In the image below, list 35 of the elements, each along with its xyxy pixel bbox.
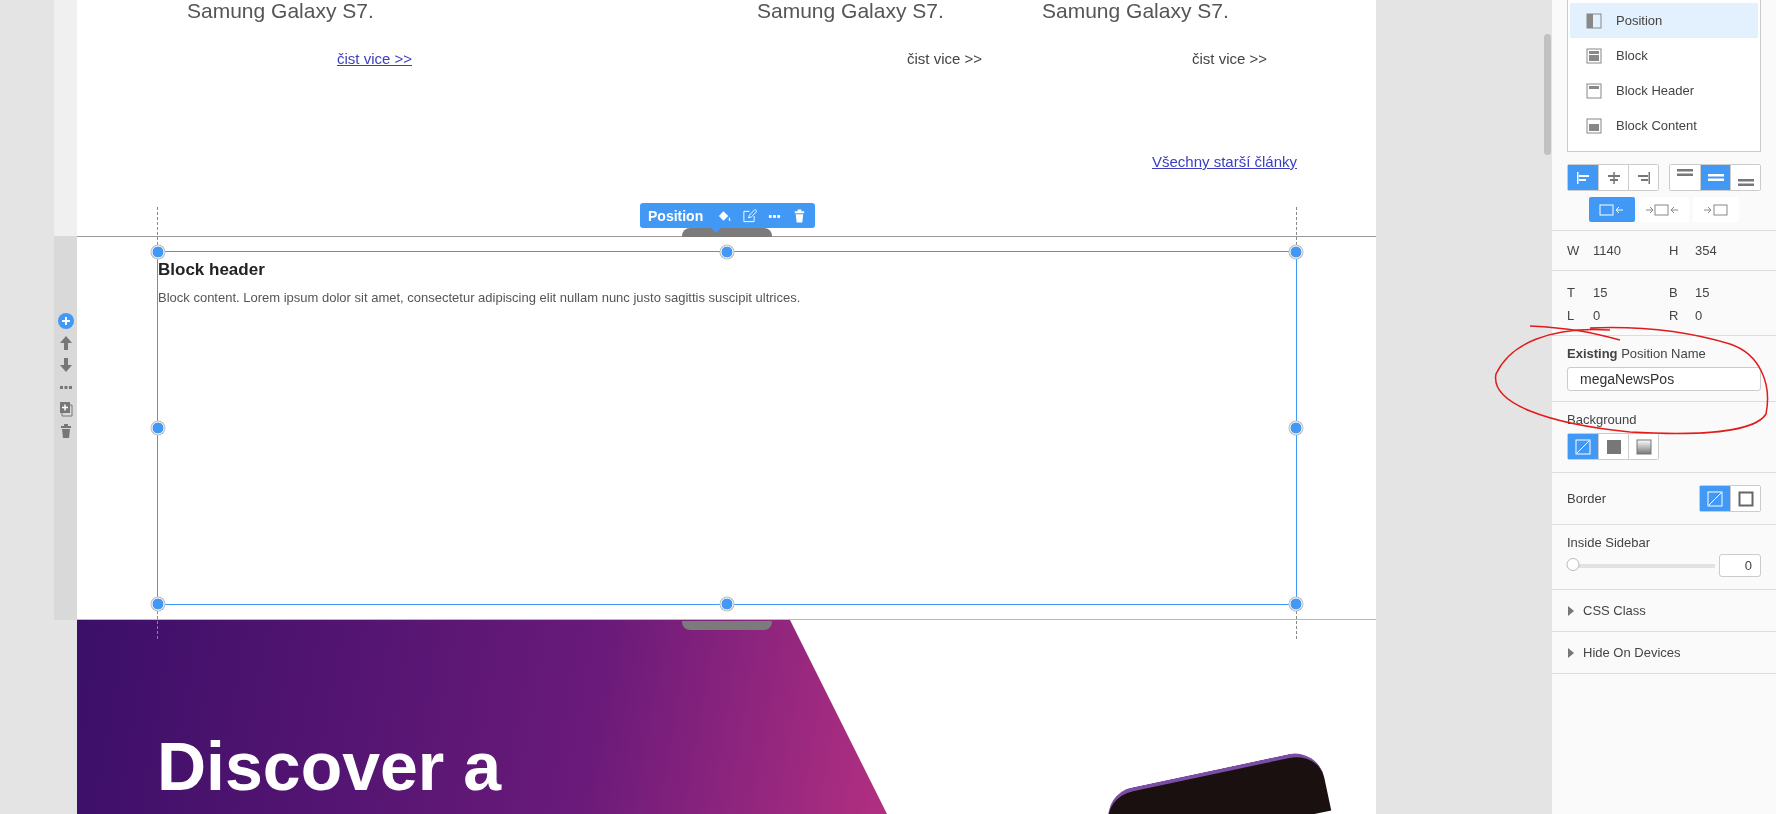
spacing-label: T xyxy=(1567,285,1576,300)
spacing-value: 15 xyxy=(1695,285,1711,300)
spacing-value: 15 xyxy=(1593,285,1609,300)
field-label: Background xyxy=(1567,412,1638,427)
toolbar-title: Position xyxy=(648,207,704,224)
read-more-link[interactable]: čist vice >> xyxy=(906,50,982,67)
article-title: Samung Galaxy S7. xyxy=(757,0,945,22)
block-content: Block content. Lorem ipsum dolor sit amet, consectetur adipiscing elit nullam nunc justo sagittis suscipit ultrices. xyxy=(158,290,802,305)
size-label: H xyxy=(1669,243,1680,258)
size-value: 1140 xyxy=(1593,243,1622,258)
block-header: Block header xyxy=(158,260,266,280)
collapsible-section[interactable]: CSS Class xyxy=(1552,590,1776,632)
read-more-link[interactable]: čist vice >> xyxy=(336,50,412,67)
spacing-value: 0 xyxy=(1695,308,1704,323)
read-more-link[interactable]: čist vice >> xyxy=(1191,50,1267,67)
field-label: Existing Position Name xyxy=(1567,346,1707,361)
hero-heading: Discover a xyxy=(157,732,501,800)
size-value: 354 xyxy=(1695,243,1718,258)
number-field[interactable]: 0 xyxy=(1719,554,1761,577)
field-label: Border xyxy=(1567,491,1607,506)
field-label: Inside Sidebar xyxy=(1567,535,1652,550)
layer-item[interactable]: Block Header xyxy=(1570,73,1758,108)
position-name-field[interactable]: megaNewsPos xyxy=(1567,367,1761,391)
layer-item[interactable]: Block xyxy=(1570,38,1758,73)
spacing-value: 0 xyxy=(1593,308,1602,323)
size-label: W xyxy=(1567,243,1581,258)
article-title: Samung Galaxy S7. xyxy=(187,0,375,22)
layer-item[interactable]: Block Content xyxy=(1570,108,1758,143)
older-articles-link[interactable]: Všechny starší články xyxy=(1151,153,1297,170)
layer-item[interactable]: Position xyxy=(1570,3,1758,38)
spacing-label: R xyxy=(1669,308,1680,323)
collapsible-section[interactable]: Hide On Devices xyxy=(1552,632,1776,674)
article-title: Samung Galaxy S7. xyxy=(1042,0,1230,22)
spacing-label: L xyxy=(1567,308,1576,323)
spacing-label: B xyxy=(1669,285,1679,300)
